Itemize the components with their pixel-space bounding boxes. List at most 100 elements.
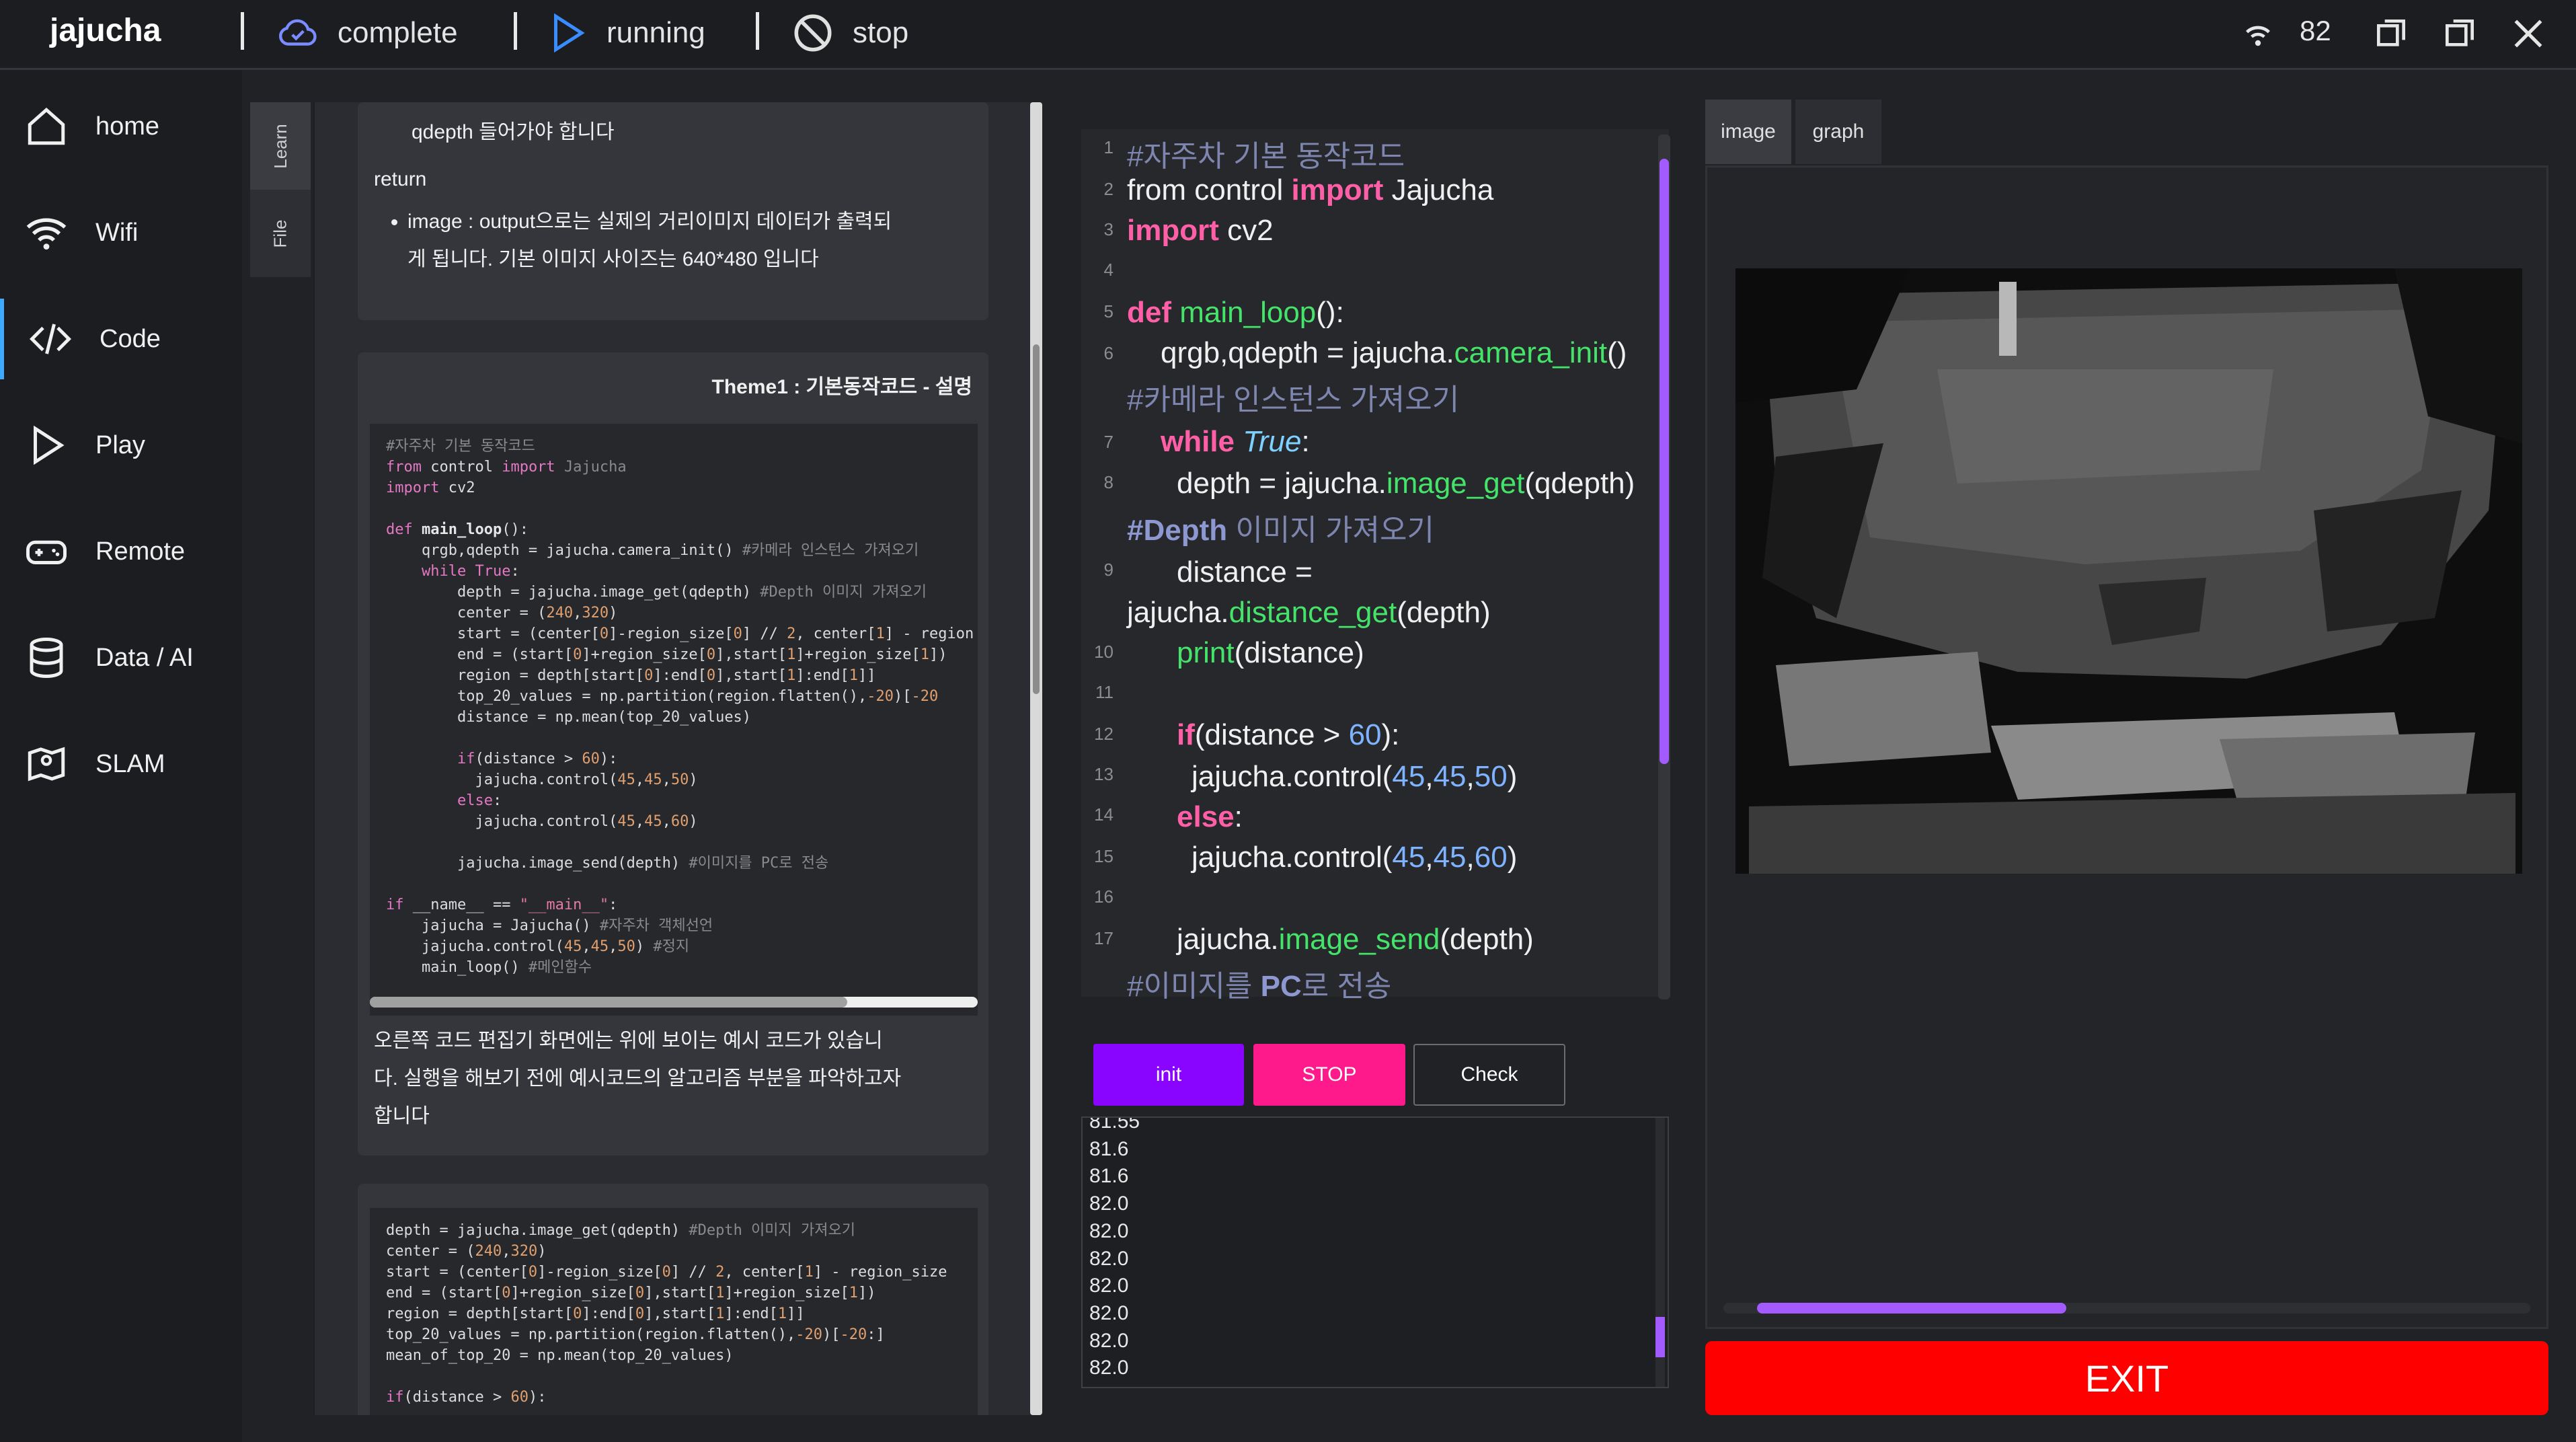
code-line: depth = jajucha.image_get(qdepth) — [1177, 467, 1635, 500]
console-output[interactable]: 81.55 81.6 81.6 82.0 82.0 82.0 82.0 82.0… — [1081, 1116, 1669, 1388]
tab-label: File — [270, 219, 290, 248]
code-line: def main_loop(): — [1127, 296, 1344, 329]
status-running-label: running — [607, 16, 705, 49]
sidebar: home Wifi Code Play Remote Data / AI SLA… — [0, 70, 242, 1442]
sidebar-item-label: Remote — [95, 537, 186, 566]
sidebar-item-label: Data / AI — [95, 643, 194, 672]
sidebar-item-remote[interactable]: Remote — [0, 511, 242, 592]
theme-title: Theme1 : 기본동작코드 - 설명 — [711, 376, 973, 398]
sidebar-item-home[interactable]: home — [0, 86, 242, 167]
line-number: 1 — [1103, 137, 1114, 157]
console-line: 82.0 — [1089, 1275, 1129, 1297]
console-line: 81.6 — [1089, 1137, 1129, 1160]
scroll-thumb[interactable] — [1033, 344, 1040, 694]
sidebar-item-slam[interactable]: SLAM — [0, 724, 242, 804]
line-number: 14 — [1094, 804, 1114, 825]
depth-image — [1735, 268, 2522, 874]
gamepad-icon — [26, 540, 67, 564]
code-line: jajucha.control(45,45,60) — [1192, 841, 1518, 874]
init-button[interactable]: init — [1093, 1044, 1244, 1106]
console-line: 82.0 — [1089, 1329, 1129, 1352]
example-code-2: depth = jajucha.image_get(qdepth) #Depth… — [370, 1208, 978, 1415]
sidebar-item-wifi[interactable]: Wifi — [0, 192, 242, 273]
check-button[interactable]: Check — [1413, 1044, 1565, 1106]
play-icon — [34, 425, 65, 465]
sidebar-item-data-ai[interactable]: Data / AI — [0, 617, 242, 698]
sidebar-item-label: Code — [100, 324, 161, 353]
theme-desc: 다. 실행을 해보기 전에 예시코드의 알고리즘 부분을 파악하고자 — [374, 1067, 902, 1090]
code-line: #자주차 기본 동작코드 — [1127, 140, 1405, 173]
code-line: jajucha.image_send(depth) — [1177, 923, 1534, 956]
cloud-check-icon — [279, 19, 317, 46]
code-line: jajucha.distance_get(depth) — [1127, 596, 1491, 629]
play-outline-icon — [554, 13, 585, 53]
database-icon — [30, 638, 63, 678]
learn-file-tabs: Learn File — [250, 102, 311, 277]
console-line: 82.0 — [1089, 1219, 1129, 1242]
code-line: distance = — [1177, 556, 1313, 589]
example-code: #자주차 기본 동작코드 from control import Jajucha… — [370, 424, 978, 1016]
line-number: 13 — [1094, 764, 1114, 784]
tab-file[interactable]: File — [250, 190, 311, 277]
tab-learn[interactable]: Learn — [250, 102, 311, 190]
line-number: 15 — [1094, 846, 1114, 866]
sidebar-item-code[interactable]: Code — [0, 299, 242, 379]
signal-icon — [2246, 26, 2270, 46]
console-line: 82.0 — [1089, 1192, 1129, 1215]
code-line: else: — [1177, 800, 1243, 833]
code-card: depth = jajucha.image_get(qdepth) #Depth… — [358, 1184, 988, 1415]
code-hscrollbar[interactable] — [370, 997, 978, 1008]
stop-button[interactable]: STOP — [1253, 1044, 1405, 1106]
line-number: 3 — [1103, 219, 1114, 239]
map-icon — [28, 747, 65, 782]
app-title: jajucha — [50, 13, 161, 48]
code-line: #카메라 인스턴스 가져오기 — [1127, 383, 1460, 416]
maximize-icon[interactable] — [2441, 15, 2479, 52]
scroll-thumb[interactable] — [1660, 159, 1669, 764]
learn-panel[interactable]: qdepth 들어가야 합니다 return image : output으로는… — [313, 102, 1040, 1415]
doc-text: qdepth 들어가야 합니다 — [412, 121, 615, 143]
line-number: 10 — [1094, 642, 1114, 662]
doc-bullet: image : output으로는 실제의 거리이미지 데이터가 출력되 — [407, 203, 972, 241]
status-running: running — [545, 11, 705, 55]
sidebar-item-label: SLAM — [95, 749, 165, 778]
separator — [514, 12, 517, 50]
line-number: 8 — [1103, 472, 1114, 492]
status-stop: stop — [791, 11, 908, 55]
tab-image[interactable]: image — [1705, 100, 1791, 164]
tab-label: Learn — [270, 123, 290, 169]
code-line: #이미지를 PC로 전송 — [1127, 970, 1392, 1003]
code-line: print(distance) — [1177, 636, 1364, 669]
line-number: 2 — [1103, 179, 1114, 199]
line-number: 12 — [1094, 724, 1114, 744]
code-editor[interactable]: 1 2 3 4 5 6 7 8 9 10 11 12 13 14 15 16 1… — [1081, 129, 1669, 1003]
image-hscrollbar[interactable] — [1723, 1303, 2530, 1314]
image-view-panel — [1705, 165, 2548, 1329]
scroll-thumb[interactable] — [1757, 1303, 2066, 1314]
wifi-icon — [26, 218, 67, 250]
status-complete: complete — [276, 11, 458, 55]
code-icon — [29, 324, 72, 354]
console-line: 81.55 — [1089, 1116, 1140, 1133]
editor-vscrollbar[interactable] — [1658, 135, 1670, 999]
line-number: 6 — [1103, 343, 1114, 363]
exit-button[interactable]: EXIT — [1705, 1341, 2548, 1415]
console-scrollbar[interactable] — [1655, 1118, 1665, 1387]
scroll-thumb[interactable] — [370, 997, 847, 1008]
console-line: 82.0 — [1089, 1301, 1129, 1324]
scroll-thumb[interactable] — [1655, 1317, 1665, 1357]
console-line: 82.0 — [1089, 1247, 1129, 1270]
separator — [241, 12, 244, 50]
close-icon[interactable] — [2509, 15, 2547, 52]
sidebar-item-play[interactable]: Play — [0, 405, 242, 486]
code-line: qrgb,qdepth = jajucha.camera_init() — [1161, 336, 1627, 369]
tab-graph[interactable]: graph — [1795, 100, 1881, 164]
learn-vscrollbar[interactable] — [1030, 102, 1042, 1415]
status-complete-label: complete — [338, 16, 458, 49]
theme-desc: 합니다 — [374, 1105, 430, 1127]
sidebar-item-label: Wifi — [95, 218, 139, 247]
status-stop-label: stop — [853, 16, 909, 49]
doc-text: 게 됩니다. 기본 이미지 사이즈는 640*480 입니다 — [407, 248, 819, 270]
restore-icon[interactable] — [2372, 15, 2410, 52]
line-number: 9 — [1103, 560, 1114, 580]
